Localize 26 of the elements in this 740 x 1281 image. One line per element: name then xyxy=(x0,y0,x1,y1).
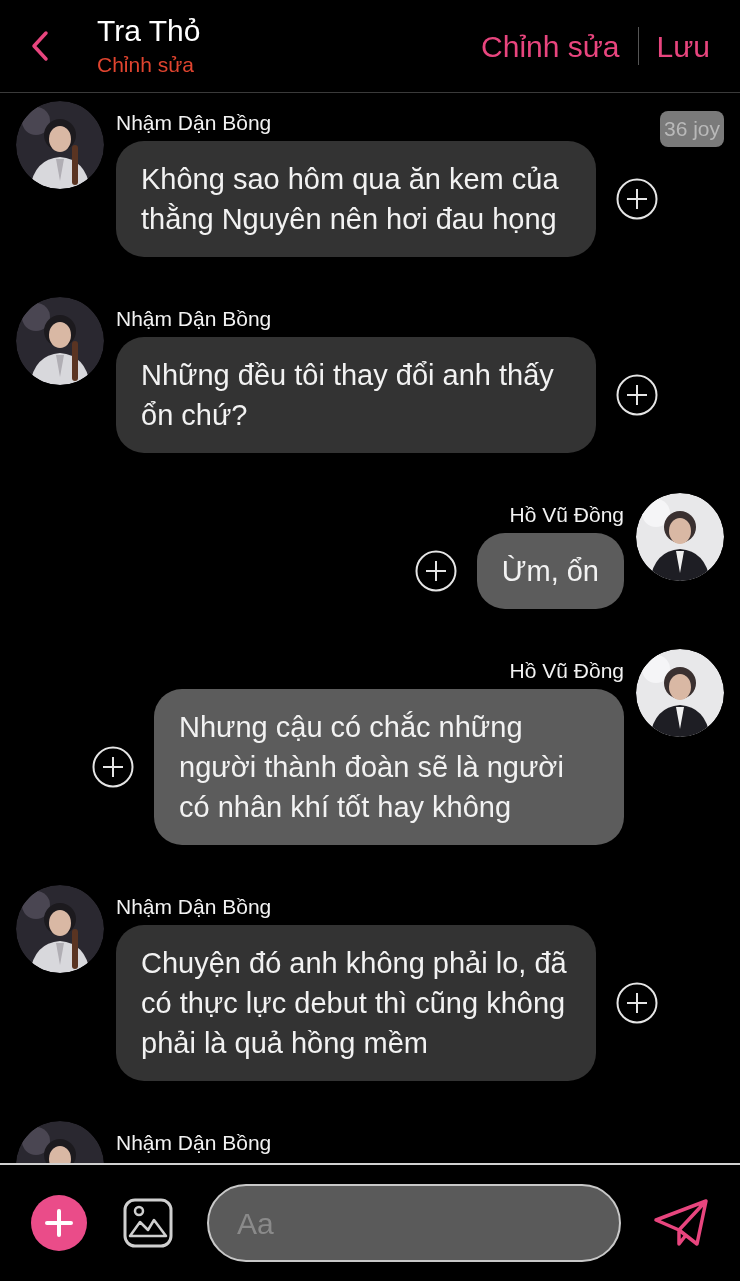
chat-title: Tra Thỏ xyxy=(97,13,201,49)
message-bubble: Không sao hôm qua ăn kem của thằng Nguyên nên hơi đau họng xyxy=(116,141,596,257)
add-icon[interactable] xyxy=(616,178,658,220)
sender-name: Nhậm Dận Bồng xyxy=(116,1130,272,1156)
add-button[interactable] xyxy=(31,1195,87,1251)
header-action[interactable]: Chỉnh sửa xyxy=(481,23,620,69)
message-bubble: Chuyện đó anh không phải lo, đã có thực lực debut thì cũng không phải là quả hồng mềm xyxy=(116,925,596,1081)
image-icon[interactable] xyxy=(123,1198,173,1248)
header-action[interactable]: Lưu xyxy=(656,23,710,69)
sender-name: Nhậm Dận Bồng xyxy=(116,110,272,136)
sender-name: Hồ Vũ Đồng xyxy=(509,658,624,684)
sender-name: Nhậm Dận Bồng xyxy=(116,894,272,920)
sender-name: Hồ Vũ Đồng xyxy=(509,502,624,528)
send-icon[interactable] xyxy=(653,1198,709,1248)
message-bubble: Ừm, ổn xyxy=(476,533,624,609)
reaction-badge: 36 joy xyxy=(659,111,724,147)
add-icon[interactable] xyxy=(616,982,658,1024)
add-icon[interactable] xyxy=(616,374,658,416)
add-icon[interactable] xyxy=(414,550,457,592)
back-icon[interactable] xyxy=(30,30,50,62)
plus-icon xyxy=(44,1208,74,1238)
add-icon[interactable] xyxy=(92,746,134,788)
message-bubble: Những đều tôi thay đổi anh thấy ổn chứ? xyxy=(116,337,596,453)
message-bubble: Nhưng cậu có chắc những người thành đoàn sẽ là người có nhân khí tốt hay không xyxy=(154,689,624,845)
sender-name: Nhậm Dận Bồng xyxy=(116,306,272,332)
chat-subtitle: Chỉnh sửa xyxy=(97,52,195,78)
